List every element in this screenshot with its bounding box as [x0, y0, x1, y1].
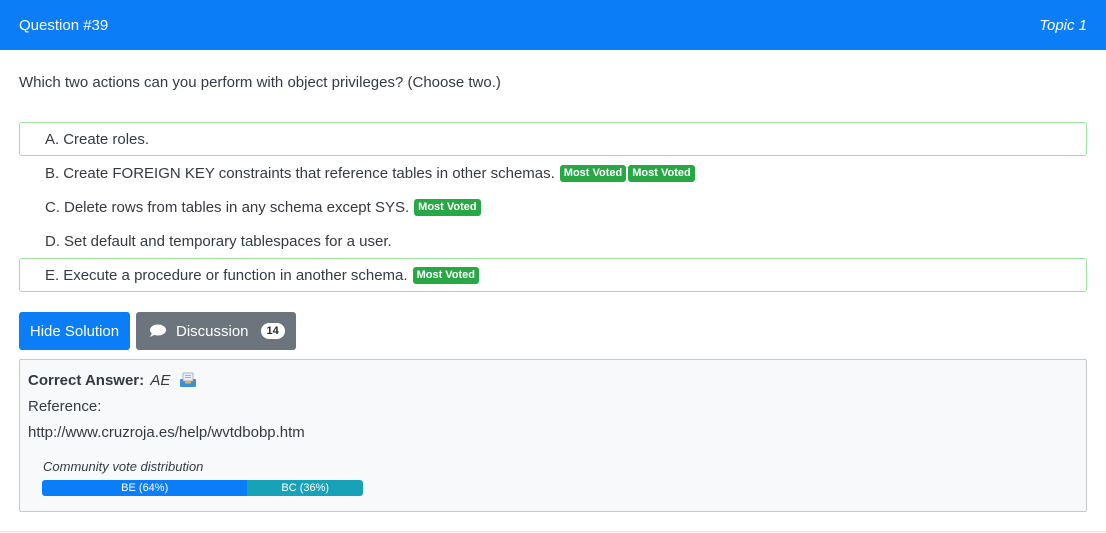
question-number: Question #39: [19, 16, 109, 34]
archive-icon[interactable]: [179, 372, 197, 388]
choice-letter: A.: [45, 130, 60, 148]
discussion-count-badge: 14: [260, 323, 285, 339]
choice-letter: C.: [45, 198, 60, 216]
correct-answer-value: AE: [150, 372, 171, 389]
topic-label: Topic 1: [1039, 16, 1087, 34]
most-voted-badge: Most Voted: [628, 164, 695, 182]
choice-text: Delete rows from tables in any schema ex…: [64, 198, 410, 216]
choice-letter: B.: [45, 164, 60, 182]
bottom-divider: [0, 531, 1106, 532]
discussion-button[interactable]: Discussion 14: [136, 312, 296, 350]
vote-distribution-caption: Community vote distribution: [43, 459, 204, 474]
choice-letter: D.: [45, 232, 60, 250]
vote-segment: BC (36%): [247, 480, 363, 496]
chat-bubble-icon: [150, 324, 166, 337]
solution-panel: Correct Answer: AE Reference: http://www…: [19, 359, 1087, 512]
correct-answer-line: Correct Answer: AE: [28, 372, 197, 389]
choice-b[interactable]: B. Create FOREIGN KEY constraints that r…: [19, 156, 1087, 190]
hide-solution-button[interactable]: Hide Solution: [19, 312, 130, 350]
question-header: Question #39 Topic 1: [0, 0, 1106, 50]
choice-text: Create roles.: [63, 130, 150, 148]
question-text: Which two actions can you perform with o…: [19, 74, 501, 91]
choice-text: Execute a procedure or function in anoth…: [63, 266, 408, 284]
correct-answer-label: Correct Answer:: [28, 372, 145, 389]
reference-label: Reference:: [28, 398, 102, 415]
most-voted-badge: Most Voted: [414, 198, 481, 216]
choice-a[interactable]: A. Create roles.: [19, 122, 1087, 156]
vote-distribution-bar: BE (64%) BC (36%): [42, 480, 363, 496]
choice-d[interactable]: D. Set default and temporary tablespaces…: [19, 224, 1087, 258]
choice-text: Create FOREIGN KEY constraints that refe…: [63, 164, 555, 182]
most-voted-badge: Most Voted: [412, 266, 480, 284]
choice-text: Set default and temporary tablespaces fo…: [64, 232, 392, 250]
choice-letter: E.: [45, 266, 60, 284]
reference-url: http://www.cruzroja.es/help/wvtdbobp.htm: [28, 424, 305, 441]
discussion-label: Discussion: [176, 322, 249, 340]
choice-c[interactable]: C. Delete rows from tables in any schema…: [19, 190, 1087, 224]
most-voted-badge: Most Voted: [559, 164, 627, 182]
vote-segment: BE (64%): [42, 480, 248, 496]
choice-e[interactable]: E. Execute a procedure or function in an…: [19, 258, 1087, 292]
